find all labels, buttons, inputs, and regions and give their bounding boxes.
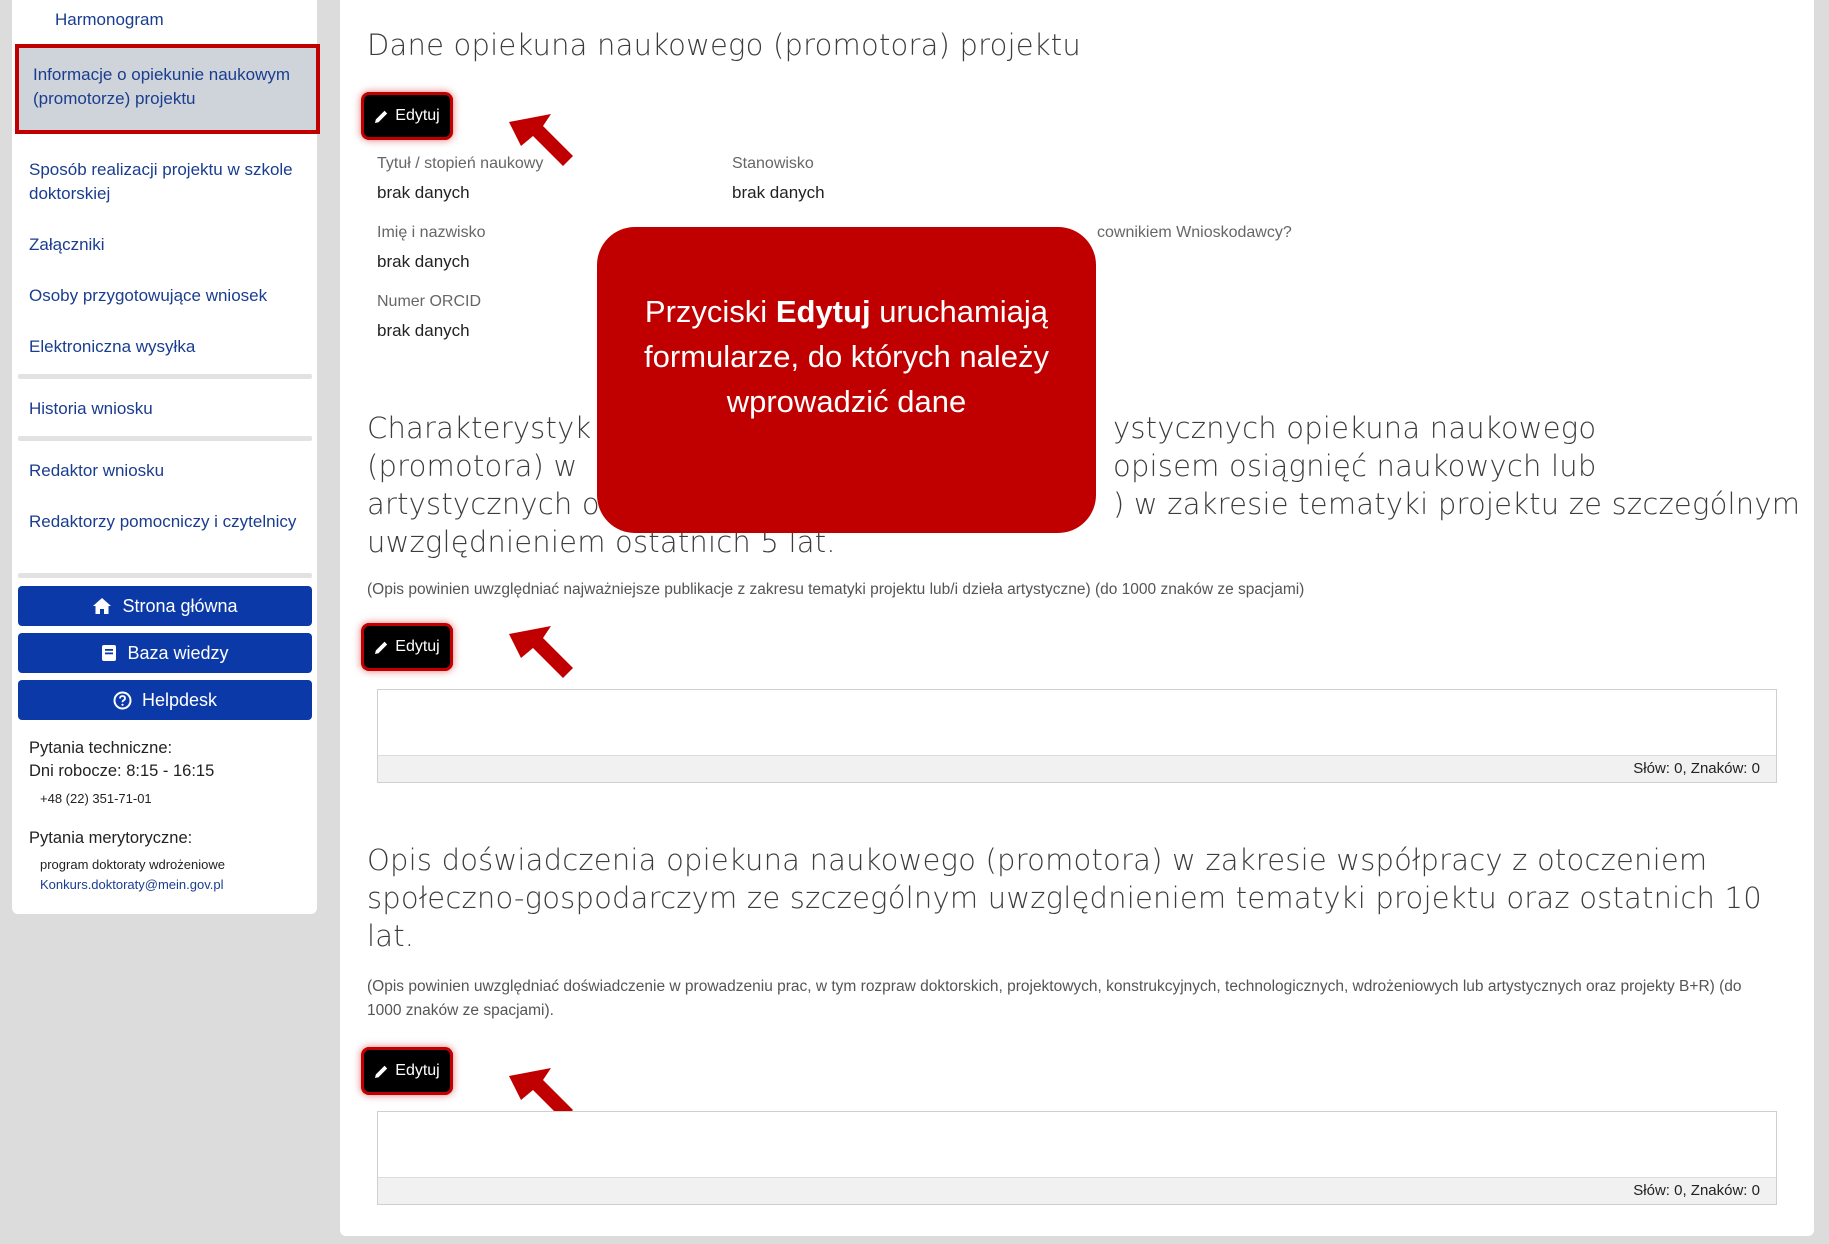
title-fragment: ystycznych opiekuna naukowego [1113,411,1597,445]
sidebar-divider [18,436,312,441]
pencil-icon [375,641,388,654]
question-circle-icon [113,691,132,709]
pencil-icon [375,110,388,123]
edit-button-label: Edytuj [395,1062,440,1079]
edit-button[interactable]: Edytuj [361,1047,453,1095]
title-fragment: ) w zakresie tematyki projektu ze szczeg… [1113,487,1801,521]
field-label-position: Stanowisko [732,155,814,172]
sidebar-item-zalaczniki[interactable]: Załączniki [29,233,299,257]
title-fragment: (promotora) w [367,449,578,483]
sidebar-item-osoby[interactable]: Osoby przygotowujące wniosek [29,284,299,308]
sidebar: Harmonogram Informacje o opiekunie nauko… [12,0,320,914]
technical-questions-title: Pytania techniczne: [29,739,173,757]
field-value-position: brak danych [732,183,825,202]
title-fragment: artystycznych o [367,487,600,521]
edit-button[interactable]: Edytuj [361,92,453,140]
knowledge-base-label: Baza wiedzy [127,642,229,663]
section-hint: (Opis powinien uwzględniać najważniejsze… [367,581,1305,598]
word-char-counter: Słów: 0, Znaków: 0 [378,755,1776,782]
home-icon [93,598,112,614]
callout-prefix: Przyciski [644,294,768,329]
sidebar-divider [18,573,312,578]
field-value-orcid: brak danych [377,321,470,340]
field-label-employee: cownikiem Wnioskodawcy? [1097,224,1292,241]
technical-phone: +48 (22) 351-71-01 [40,791,152,806]
home-button[interactable]: Strona główna [18,586,312,626]
title-fragment: opisem osiągnięć naukowych lub [1113,449,1597,483]
field-value-name: brak danych [377,252,470,271]
section-title-opis-doswiadczenia: Opis doświadczenia opiekuna naukowego (p… [367,843,1762,953]
substantive-questions-title: Pytania merytoryczne: [29,829,193,847]
section-title-dane-opiekuna: Dane opiekuna naukowego (promotora) proj… [367,28,1081,62]
sidebar-item-redaktorzy-pomocniczy[interactable]: Redaktorzy pomocniczy i czytelnicy [29,510,299,534]
sidebar-item-wysylka[interactable]: Elektroniczna wysyłka [29,335,299,359]
sidebar-item-redaktor[interactable]: Redaktor wniosku [29,459,299,483]
field-label-name: Imię i nazwisko [377,224,486,241]
edit-button-label: Edytuj [395,107,440,124]
substantive-email-link[interactable]: Konkurs.doktoraty@mein.gov.pl [40,877,224,892]
section-hint: (Opis powinien uwzględniać doświadczenie… [367,978,1742,1019]
sidebar-divider [18,374,312,379]
instruction-callout: Przyciski Edytuj uruchamiają formularze,… [597,227,1096,533]
pointer-arrow-icon [509,626,573,678]
edit-button-label: Edytuj [395,638,440,655]
text-editor-area[interactable]: Słów: 0, Znaków: 0 [377,1111,1777,1205]
field-label-title: Tytuł / stopień naukowy [377,155,544,172]
book-icon [102,645,117,661]
sidebar-item-harmonogram[interactable]: Harmonogram [55,8,325,32]
sidebar-item-label: Informacje o opiekunie naukowym (promoto… [33,65,291,108]
technical-hours: Dni robocze: 8:15 - 16:15 [29,762,215,780]
knowledge-base-button[interactable]: Baza wiedzy [18,633,312,673]
helpdesk-button[interactable]: Helpdesk [18,680,312,720]
text-editor-area[interactable]: Słów: 0, Znaków: 0 [377,689,1777,783]
callout-bold: Edytuj [775,294,871,329]
word-char-counter: Słów: 0, Znaków: 0 [378,1177,1776,1204]
sidebar-item-historia[interactable]: Historia wniosku [29,397,299,421]
pencil-icon [375,1065,388,1078]
home-button-label: Strona główna [122,595,238,616]
title-fragment: Charakterystyk [367,411,592,445]
edit-button[interactable]: Edytuj [361,623,453,671]
field-value-title: brak danych [377,183,470,202]
sidebar-item-sposob-realizacji[interactable]: Sposób realizacji projektu w szkole dokt… [29,158,299,205]
helpdesk-label: Helpdesk [141,689,218,710]
substantive-program: program doktoraty wdrożeniowe [40,857,225,872]
sidebar-item-opiekun-active[interactable]: Informacje o opiekunie naukowym (promoto… [15,44,320,134]
main-panel: Dane opiekuna naukowego (promotora) proj… [340,0,1814,1236]
field-label-orcid: Numer ORCID [377,293,482,310]
